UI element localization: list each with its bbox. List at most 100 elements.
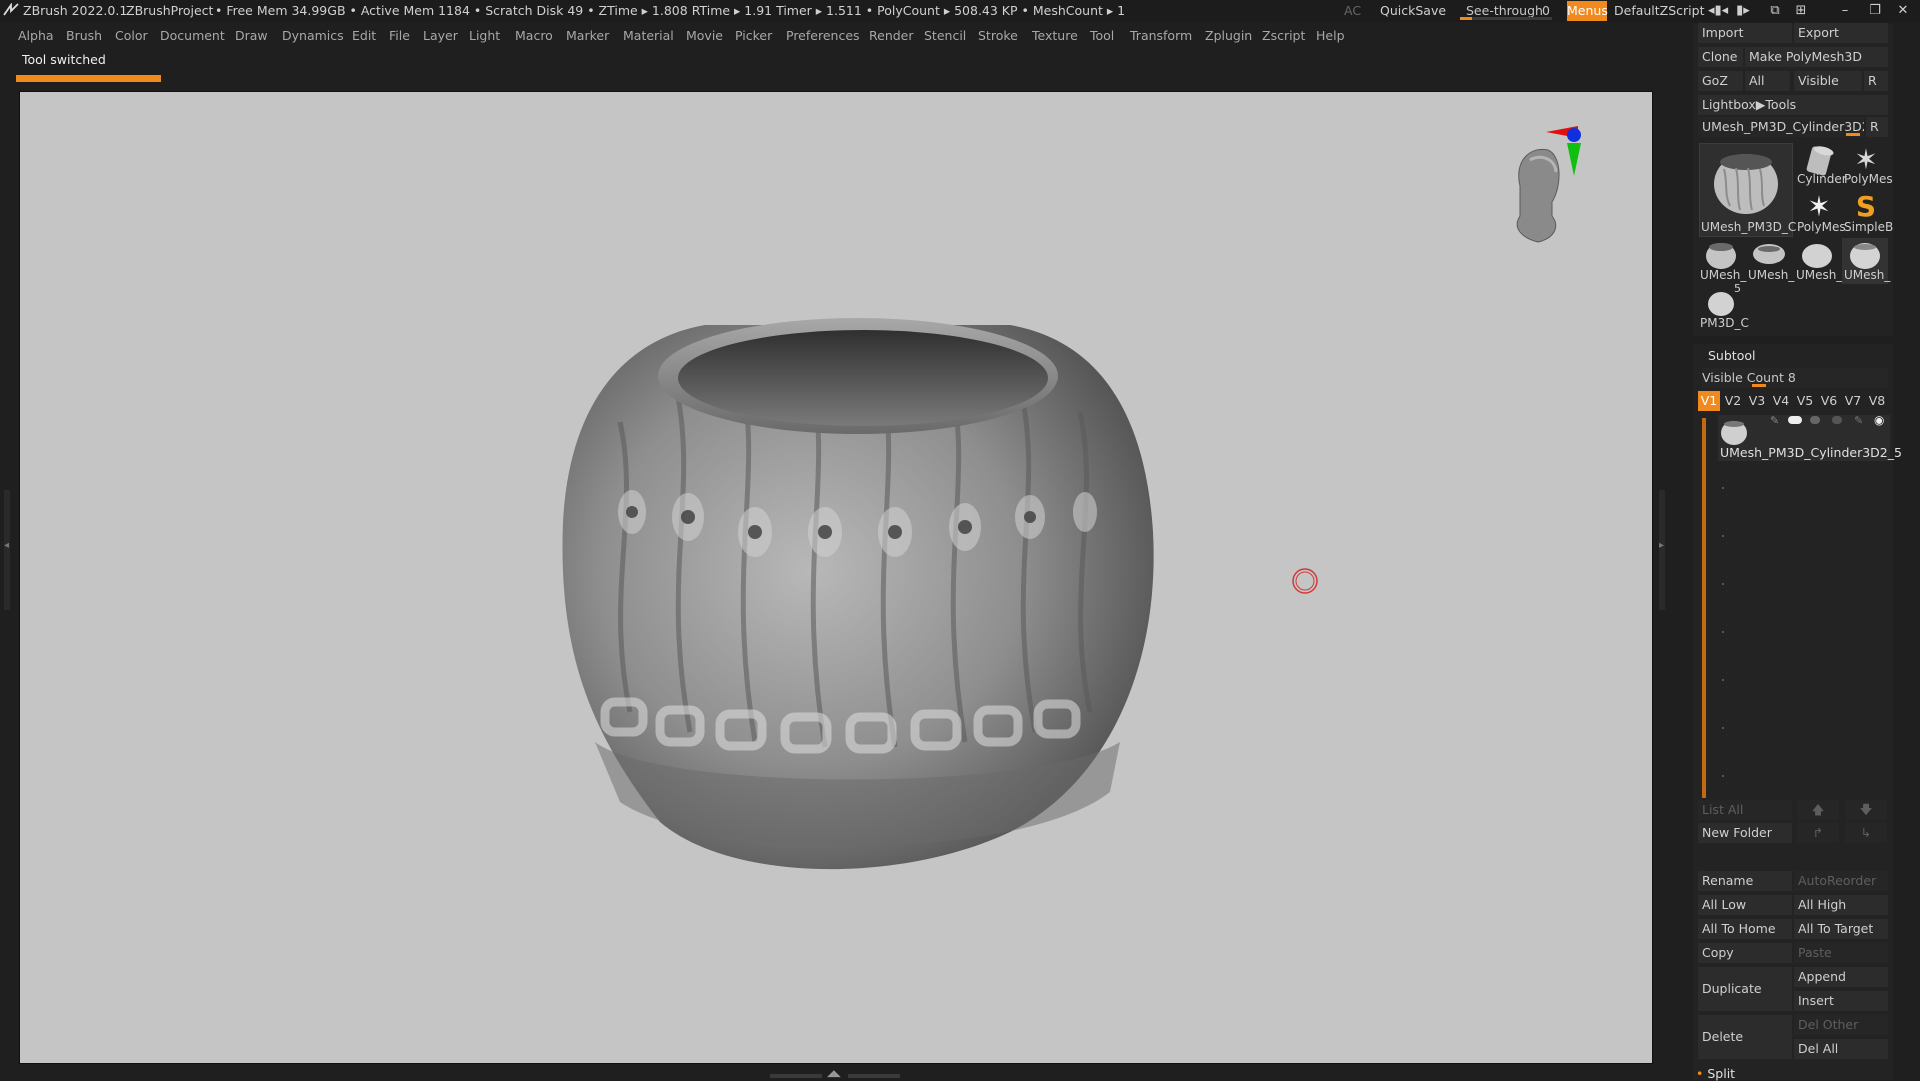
split-section-header[interactable]: • Split	[1696, 1066, 1735, 1081]
subtool-tab-v5[interactable]: V5	[1794, 391, 1816, 411]
subtool-tab-v4[interactable]: V4	[1770, 391, 1792, 411]
menu-marker[interactable]: Marker	[566, 28, 609, 43]
move-down-icon[interactable]: 🡇	[1845, 800, 1887, 820]
insert-button[interactable]: Insert	[1794, 991, 1888, 1011]
visible-count-slider[interactable]: Visible Count 8	[1702, 368, 1888, 388]
subtool-list-item[interactable]: ✎ ✎ ◉ UMesh_PM3D_Cylinder3D2_5	[1718, 413, 1902, 461]
menu-render[interactable]: Render	[869, 28, 914, 43]
current-tool-slider[interactable]: UMesh_PM3D_Cylinder3D2_5	[1698, 117, 1864, 137]
menu-document[interactable]: Document	[160, 28, 225, 43]
right-tray-arrow-icon[interactable]: ▸	[1659, 540, 1664, 551]
subtool-tab-v6[interactable]: V6	[1818, 391, 1840, 411]
menu-transform[interactable]: Transform	[1130, 28, 1192, 43]
tool-thumb-label: UMesh_	[1844, 268, 1891, 282]
new-folder-button[interactable]: New Folder	[1698, 823, 1792, 843]
menus-toggle-button[interactable]: Menus	[1567, 1, 1608, 21]
current-tool-r-button[interactable]: R	[1866, 117, 1888, 137]
paste-button[interactable]: Paste	[1794, 943, 1888, 963]
default-zscript-button[interactable]: DefaultZScript	[1614, 3, 1705, 18]
export-button[interactable]: Export	[1794, 23, 1888, 43]
layout-icon[interactable]: ⧉	[1766, 2, 1784, 20]
menu-stroke[interactable]: Stroke	[978, 28, 1018, 43]
menu-macro[interactable]: Macro	[515, 28, 553, 43]
subtool-list-scrollbar[interactable]	[1702, 418, 1706, 798]
menu-dynamics[interactable]: Dynamics	[282, 28, 344, 43]
rename-button[interactable]: Rename	[1698, 871, 1792, 891]
restore-icon[interactable]: ❐	[1866, 2, 1884, 20]
lightbox-tools-button[interactable]: Lightbox▶Tools	[1698, 95, 1888, 115]
delete-button[interactable]: Delete	[1698, 1015, 1792, 1059]
autoreorder-button[interactable]: AutoReorder	[1794, 871, 1888, 891]
polygroup-icon[interactable]	[1810, 416, 1820, 424]
subtool-tab-v8[interactable]: V8	[1866, 391, 1888, 411]
duplicate-button[interactable]: Duplicate	[1698, 967, 1792, 1011]
left-tray-arrow-icon[interactable]: ◂	[4, 540, 9, 551]
menu-color[interactable]: Color	[115, 28, 148, 43]
bottom-tray-handle[interactable]: ◢◣	[770, 1069, 900, 1080]
menu-material[interactable]: Material	[623, 28, 674, 43]
menu-edit[interactable]: Edit	[352, 28, 376, 43]
empty-slot-dot	[1722, 679, 1724, 681]
make-polymesh3d-button[interactable]: Make PolyMesh3D	[1745, 47, 1888, 67]
goz-all-button[interactable]: All	[1745, 71, 1790, 91]
goz-visible-button[interactable]: Visible	[1794, 71, 1862, 91]
menu-preferences[interactable]: Preferences	[786, 28, 860, 43]
del-other-button[interactable]: Del Other	[1794, 1015, 1888, 1035]
import-button[interactable]: Import	[1698, 23, 1792, 43]
expand-tray-icon[interactable]: ▮▸	[1734, 2, 1752, 20]
ui-layout-icon[interactable]: ⊞	[1792, 2, 1810, 20]
canvas-viewport[interactable]	[19, 91, 1653, 1064]
move-up-icon[interactable]: 🡅	[1797, 800, 1839, 820]
folder-redo-icon[interactable]: ↱	[1797, 823, 1839, 843]
menu-stencil[interactable]: Stencil	[924, 28, 966, 43]
menu-brush[interactable]: Brush	[66, 28, 102, 43]
ac-indicator[interactable]: AC	[1344, 3, 1361, 18]
menu-picker[interactable]: Picker	[735, 28, 772, 43]
quicksave-button[interactable]: QuickSave	[1380, 3, 1446, 18]
menu-zplugin[interactable]: Zplugin	[1205, 28, 1252, 43]
minimize-icon[interactable]: –	[1836, 2, 1854, 20]
dynamic-icon[interactable]	[1832, 416, 1842, 424]
menu-zscript[interactable]: Zscript	[1262, 28, 1305, 43]
menu-layer[interactable]: Layer	[423, 28, 458, 43]
all-high-button[interactable]: All High	[1794, 895, 1888, 915]
shrink-tray-icon[interactable]: ◂▮◂	[1708, 2, 1728, 20]
goz-button[interactable]: GoZ	[1698, 71, 1743, 91]
menu-movie[interactable]: Movie	[686, 28, 723, 43]
all-to-target-button[interactable]: All To Target	[1794, 919, 1888, 939]
visibility-toggle-icon[interactable]	[1788, 416, 1802, 424]
brush-icon[interactable]: ✎	[1854, 414, 1863, 427]
menu-texture[interactable]: Texture	[1032, 28, 1078, 43]
del-all-button[interactable]: Del All	[1794, 1039, 1888, 1059]
see-through-slider[interactable]: See-through 0	[1460, 1, 1552, 21]
zbrush-logo-icon	[3, 2, 19, 20]
clone-button[interactable]: Clone	[1698, 47, 1743, 67]
tool-thumb-label: PolyMes	[1797, 220, 1846, 234]
append-button[interactable]: Append	[1794, 967, 1888, 987]
folder-move-icon[interactable]: ↳	[1845, 823, 1887, 843]
eye-icon[interactable]: ◉	[1874, 413, 1884, 427]
pencil-icon[interactable]: ✎	[1770, 414, 1779, 427]
tool-thumb-label: UMesh_	[1700, 268, 1747, 282]
project-name[interactable]: ZBrushProject	[126, 3, 213, 18]
all-low-button[interactable]: All Low	[1698, 895, 1792, 915]
stats-readout: • Free Mem 34.99GB • Active Mem 1184 • S…	[215, 3, 1126, 18]
close-icon[interactable]: ✕	[1894, 2, 1912, 20]
menu-help[interactable]: Help	[1316, 28, 1345, 43]
subtool-tab-v3[interactable]: V3	[1746, 391, 1768, 411]
subtool-tab-v2[interactable]: V2	[1722, 391, 1744, 411]
subtool-tab-v7[interactable]: V7	[1842, 391, 1864, 411]
all-to-home-button[interactable]: All To Home	[1698, 919, 1792, 939]
navigation-gizmo[interactable]	[1500, 116, 1620, 256]
menu-draw[interactable]: Draw	[235, 28, 268, 43]
goz-r-button[interactable]: R	[1864, 71, 1888, 91]
subtool-tab-v1[interactable]: V1	[1698, 391, 1720, 411]
copy-button[interactable]: Copy	[1698, 943, 1792, 963]
menu-file[interactable]: File	[389, 28, 410, 43]
list-all-button[interactable]: List All	[1698, 800, 1792, 820]
umesh-icon	[1802, 244, 1832, 268]
menu-tool[interactable]: Tool	[1090, 28, 1114, 43]
subtool-title[interactable]: Subtool	[1708, 348, 1755, 363]
menu-alpha[interactable]: Alpha	[18, 28, 54, 43]
menu-light[interactable]: Light	[469, 28, 500, 43]
